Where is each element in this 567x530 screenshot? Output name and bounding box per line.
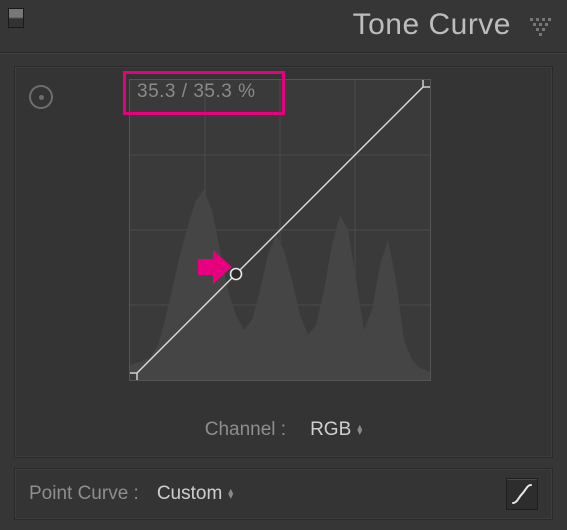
channel-value-text: RGB xyxy=(310,419,351,441)
channel-select[interactable]: RGB ▴▾ xyxy=(310,419,362,441)
stepper-icon: ▴▾ xyxy=(357,425,362,435)
divider xyxy=(0,52,567,53)
curve-graph[interactable] xyxy=(129,79,431,381)
panel-header: Tone Curve xyxy=(0,0,567,54)
panel-body: 35.3 / 35.3 % xyxy=(14,66,553,458)
panel-footer: Point Curve : Custom ▴▾ xyxy=(14,468,553,520)
curve-control-point xyxy=(231,269,242,280)
edit-point-curve-button[interactable] xyxy=(506,478,538,510)
curve-svg xyxy=(130,80,430,380)
tone-curve-panel: Tone Curve 35.3 / 35.3 % xyxy=(0,0,567,530)
panel-title: Tone Curve xyxy=(353,8,511,42)
curve-point-readout: 35.3 / 35.3 % xyxy=(137,81,255,103)
channel-row: Channel : RGB ▴▾ xyxy=(15,419,552,441)
panel-disclosure-icon[interactable] xyxy=(529,16,551,38)
curve-endpoint-highlight xyxy=(423,80,430,87)
panel-toggle-switch[interactable] xyxy=(8,8,24,28)
targeted-adjustment-icon[interactable] xyxy=(29,85,53,109)
point-curve-value-text: Custom xyxy=(157,483,222,505)
channel-label: Channel : xyxy=(205,419,286,441)
curve-graph-container xyxy=(129,79,431,381)
curve-icon xyxy=(511,483,533,505)
curve-endpoint-shadow xyxy=(130,373,137,380)
point-curve-select[interactable]: Custom ▴▾ xyxy=(157,483,234,505)
point-curve-label: Point Curve : xyxy=(29,483,139,505)
stepper-icon: ▴▾ xyxy=(228,489,233,499)
